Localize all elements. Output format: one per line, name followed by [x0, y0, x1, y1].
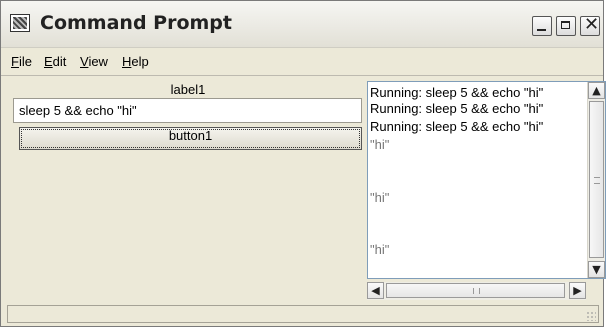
menu-file[interactable]: File: [11, 54, 32, 69]
output-text: Running: sleep 5 && echo "hi" Running: s…: [370, 84, 584, 274]
output-line: "hi": [370, 190, 390, 205]
arrow-right-icon[interactable]: ▶: [569, 282, 586, 299]
arrow-down-icon[interactable]: ▼: [588, 261, 605, 278]
output-line: "hi": [370, 242, 390, 257]
title-bar[interactable]: Command Prompt ✕: [1, 1, 603, 48]
menu-help[interactable]: Help: [122, 54, 149, 69]
label1: label1: [170, 82, 206, 97]
output-line: Running: sleep 5 && echo "hi": [370, 85, 544, 100]
status-bar: [7, 305, 599, 323]
window-title: Command Prompt: [40, 12, 232, 34]
output-line: Running: sleep 5 && echo "hi": [370, 119, 544, 134]
button1[interactable]: button1: [19, 127, 362, 150]
menu-view[interactable]: View: [80, 54, 108, 69]
maximize-button[interactable]: [556, 16, 576, 36]
console-icon: [10, 14, 30, 32]
command-prompt-window: Command Prompt ✕ File Edit View Help lab…: [0, 0, 606, 327]
output-line: Running: sleep 5 && echo "hi": [370, 101, 544, 116]
close-icon: ✕: [584, 14, 600, 35]
close-button[interactable]: ✕: [580, 14, 600, 36]
horizontal-scrollbar[interactable]: ◀ ▶: [367, 282, 586, 300]
arrow-up-icon[interactable]: ▲: [588, 82, 605, 99]
menu-bar: File Edit View Help: [1, 48, 603, 76]
vertical-scroll-thumb[interactable]: [589, 101, 604, 258]
vertical-scrollbar[interactable]: ▲ ▼: [587, 82, 605, 278]
menu-edit[interactable]: Edit: [44, 54, 66, 69]
resize-grip-icon[interactable]: [586, 311, 596, 321]
horizontal-scroll-thumb[interactable]: [386, 283, 565, 298]
arrow-left-icon[interactable]: ◀: [367, 282, 384, 299]
command-input[interactable]: sleep 5 && echo "hi": [13, 98, 362, 123]
output-textbox[interactable]: Running: sleep 5 && echo "hi" Running: s…: [367, 81, 606, 279]
minimize-button[interactable]: [532, 16, 552, 36]
output-line: "hi": [370, 137, 390, 152]
